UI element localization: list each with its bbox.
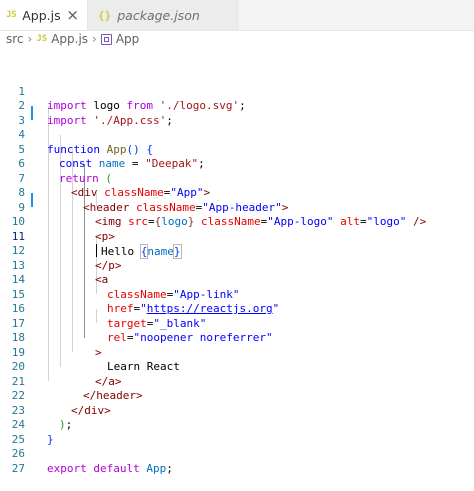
tab-app-js[interactable]: JS App.js × <box>0 0 88 30</box>
code-line: 25 <box>0 418 474 446</box>
breadcrumb-file[interactable]: App.js <box>51 32 88 46</box>
code-line: 12 </p> <box>0 230 474 272</box>
code-line: 2 import './App.css'; <box>0 85 474 127</box>
code-line: 1 import logo from './logo.svg'; <box>0 70 474 113</box>
breadcrumb-symbol[interactable]: App <box>116 32 139 46</box>
code-line: 24 } <box>0 404 474 446</box>
json-file-icon: {} <box>98 8 112 22</box>
tab-label: package.json <box>117 7 200 23</box>
code-line: 18 > <box>0 317 474 359</box>
tab-package-json[interactable]: {} package.json <box>88 0 238 30</box>
code-line: 14 className="App-link" <box>0 259 474 301</box>
code-line: 8 <header className="App-header"> <box>0 172 474 214</box>
javascript-file-icon: JS <box>6 10 17 20</box>
code-line: 5 const name = "Deepak"; <box>0 128 474 171</box>
tab-label: App.js <box>22 7 61 23</box>
code-line-current: 11 Hello {name} <box>0 215 474 259</box>
chevron-right-icon: › <box>92 32 97 46</box>
close-icon[interactable]: × <box>66 7 79 23</box>
code-line: 10 <p> <box>0 201 474 243</box>
editor-tab-bar: JS App.js × {} package.json <box>0 0 474 31</box>
code-line: 3 <box>0 99 474 127</box>
code-line: 22 </div> <box>0 375 474 417</box>
code-line: 23 ); <box>0 389 474 432</box>
code-line: 17 rel="noopener noreferrer" <box>0 302 474 345</box>
code-line: 7 <div className="App"> <box>0 157 474 200</box>
code-line: 26 export default App; <box>0 433 474 475</box>
breadcrumb-folder[interactable]: src <box>6 32 24 46</box>
code-editor[interactable]: 1 import logo from './logo.svg'; 2 impor… <box>0 48 474 475</box>
code-line: 15 href="https://reactjs.org" <box>0 273 474 316</box>
chevron-right-icon: › <box>27 32 33 46</box>
code-line: 13 <a <box>0 244 474 287</box>
code-line: 21 </header> <box>0 360 474 403</box>
javascript-file-icon: JS <box>36 34 48 44</box>
code-line: 16 target="_blank" <box>0 288 474 330</box>
symbol-method-icon <box>100 33 112 45</box>
code-line: 4 function App() { <box>0 114 474 156</box>
breadcrumb: src › JS App.js › App <box>0 30 474 48</box>
code-line: 6 return ( <box>0 143 474 185</box>
code-line: 27 <box>0 447 474 475</box>
code-line: 19 Learn React <box>0 331 474 374</box>
code-line: 9 <img src={logo} className="App-logo" a… <box>0 186 474 229</box>
code-line: 20 </a> <box>0 346 474 388</box>
line-code: export default App; <box>47 461 173 475</box>
line-number: 27 <box>11 461 25 475</box>
